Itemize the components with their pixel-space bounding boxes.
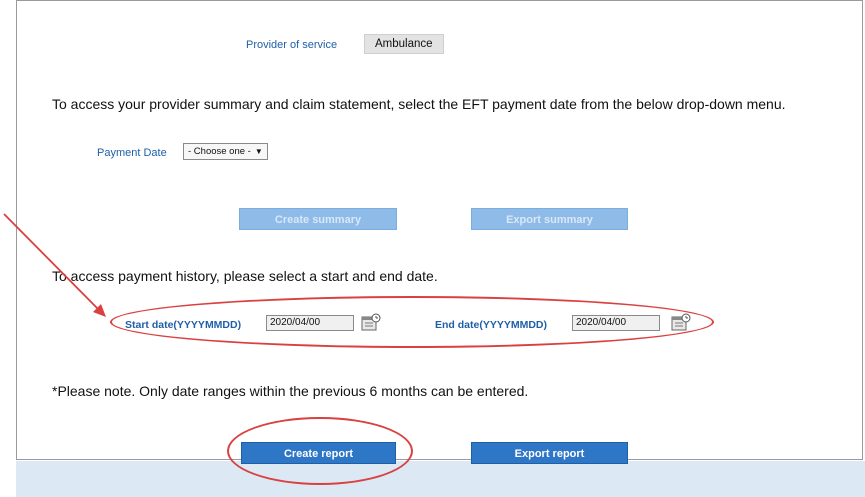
annotation-arrow-icon [3, 213, 106, 317]
